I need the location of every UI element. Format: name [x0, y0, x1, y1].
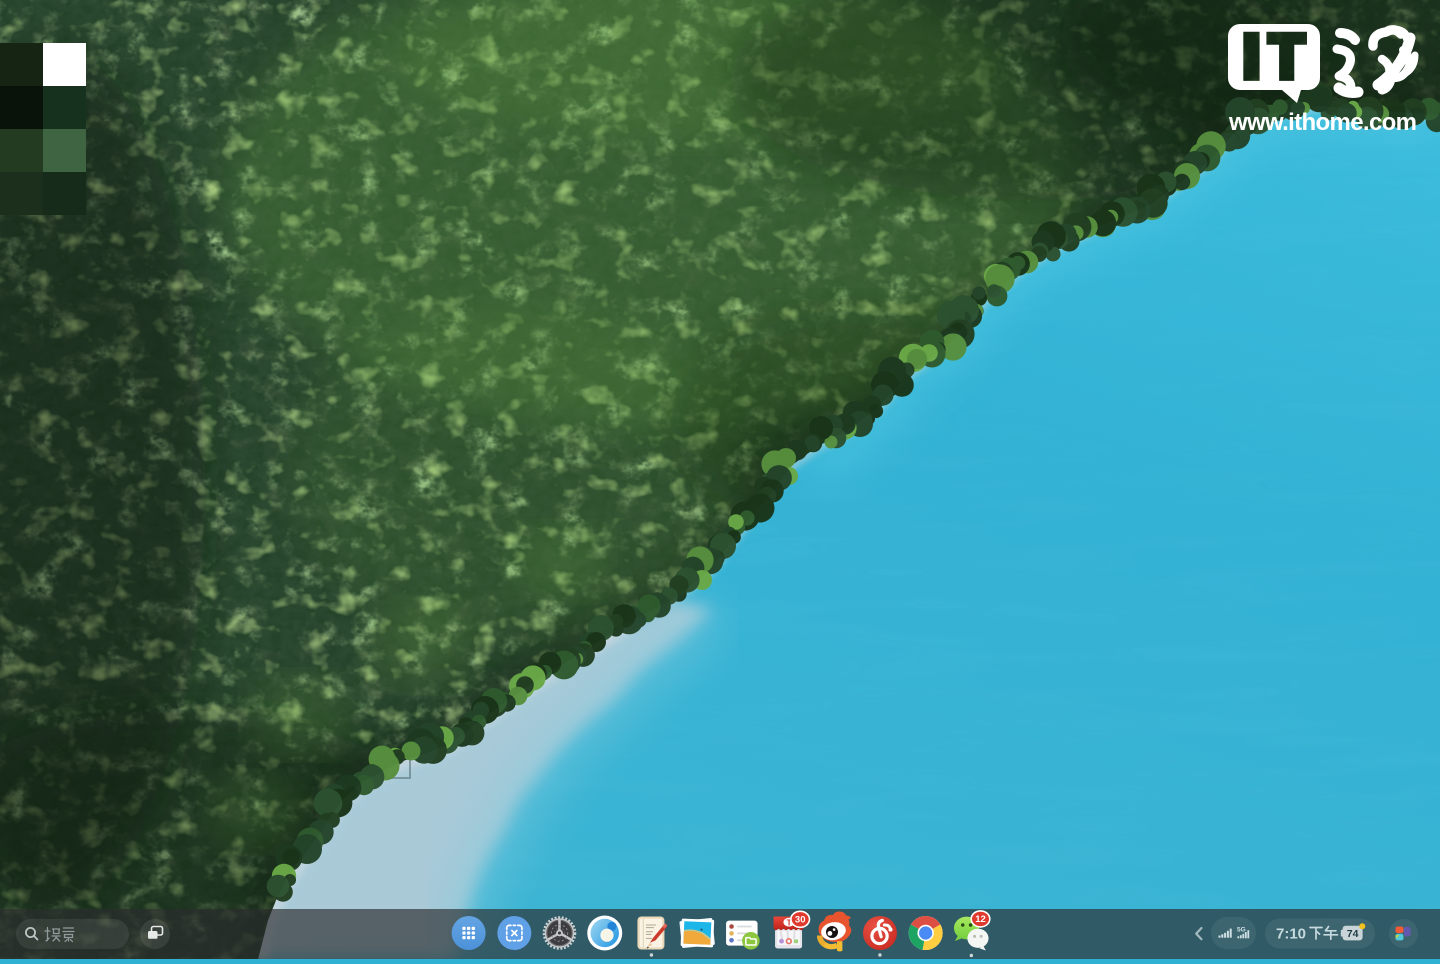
svg-text:5G: 5G [1237, 927, 1246, 934]
svg-text:30: 30 [795, 915, 806, 926]
svg-text:12: 12 [975, 914, 986, 925]
svg-text:7:10: 7:10 [1276, 926, 1306, 943]
svg-text:74: 74 [1347, 928, 1359, 940]
svg-text:www.ithome.com: www.ithome.com [1228, 109, 1417, 136]
